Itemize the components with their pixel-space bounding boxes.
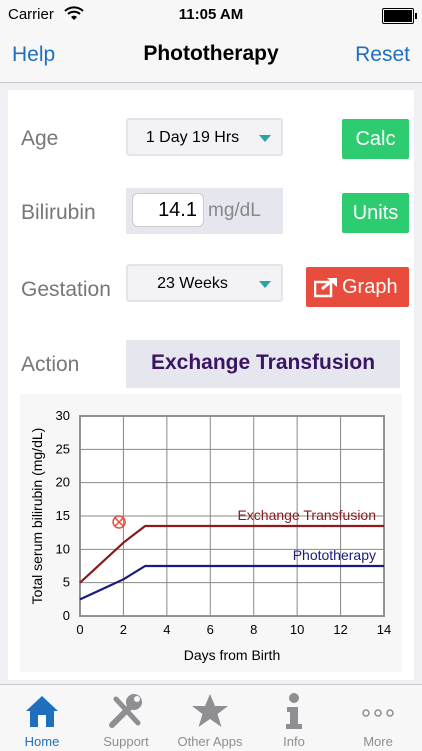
y-tick-label: 30 — [56, 408, 70, 423]
units-button[interactable]: Units — [342, 193, 409, 233]
y-tick-label: 25 — [56, 441, 70, 456]
gestation-select[interactable]: 23 Weeks — [126, 264, 283, 302]
x-tick-label: 12 — [333, 622, 347, 637]
age-label: Age — [21, 127, 59, 150]
status-bar: Carrier 11:05 AM — [0, 0, 422, 30]
more-icon — [362, 709, 394, 717]
star-icon — [192, 694, 228, 727]
x-tick-label: 0 — [76, 622, 83, 637]
reset-button[interactable]: Reset — [355, 43, 410, 67]
navigation-bar: Help Phototherapy Reset — [0, 30, 422, 83]
tab-more[interactable]: More — [336, 685, 420, 751]
x-tick-label: 6 — [207, 622, 214, 637]
info-icon — [286, 693, 302, 729]
gestation-value: 23 Weeks — [157, 275, 228, 292]
age-value: 1 Day 19 Hrs — [145, 129, 240, 146]
tools-icon — [109, 694, 142, 728]
y-tick-label: 15 — [56, 508, 70, 523]
tab-support[interactable]: Support — [84, 685, 168, 751]
tab-more-label: More — [363, 734, 393, 749]
graph-button[interactable]: Graph — [306, 267, 409, 307]
x-tick-label: 14 — [377, 622, 391, 637]
action-label: Action — [21, 353, 80, 376]
bilirubin-label: Bilirubin — [21, 201, 96, 224]
x-axis-label: Days from Birth — [184, 647, 280, 663]
external-link-icon — [314, 277, 337, 298]
tab-support-label: Support — [103, 734, 149, 749]
y-axis-label: Total serum bilirubin (mg/dL) — [29, 428, 45, 605]
series-label-0: Exchange Transfusion — [237, 507, 376, 523]
tab-bar: Home Support Other Apps Info More — [0, 684, 422, 751]
tab-home-label: Home — [24, 734, 60, 749]
x-tick-label: 2 — [120, 622, 127, 637]
bilirubin-unit: mg/dL — [208, 200, 261, 221]
bilirubin-field-group: 14.1 mg/dL — [126, 188, 283, 234]
tab-info[interactable]: Info — [252, 685, 336, 751]
bilirubin-input[interactable]: 14.1 — [132, 193, 204, 227]
gestation-label: Gestation — [21, 278, 111, 301]
y-tick-label: 0 — [63, 608, 70, 623]
bilirubin-chart-svg: 0 2 4 6 8 10 12 14 0 5 10 15 20 25 30 Days from Birth To… — [29, 408, 391, 663]
chevron-down-icon — [259, 281, 271, 288]
main-content: Age 1 Day 19 Hrs Calc Bilirubin 14.1 mg/… — [8, 90, 414, 680]
series-label-1: Phototherapy — [293, 547, 376, 563]
age-select[interactable]: 1 Day 19 Hrs — [126, 118, 283, 156]
x-tick-label: 10 — [290, 622, 304, 637]
bilirubin-chart: 0 2 4 6 8 10 12 14 0 5 10 15 20 25 30 Days from Birth To… — [20, 394, 402, 672]
tab-other-apps[interactable]: Other Apps — [168, 685, 252, 751]
home-icon — [26, 696, 58, 727]
battery-icon — [382, 8, 417, 24]
action-result-text: Exchange Transfusion — [150, 351, 376, 374]
y-tick-label: 5 — [63, 575, 70, 590]
status-time: 11:05 AM — [178, 6, 244, 23]
calc-button[interactable]: Calc — [342, 119, 409, 159]
action-result-box: Exchange Transfusion — [126, 340, 400, 388]
x-tick-label: 4 — [163, 622, 170, 637]
tab-home[interactable]: Home — [0, 685, 84, 751]
tab-other-apps-label: Other Apps — [177, 734, 243, 749]
y-tick-label: 20 — [56, 475, 70, 490]
tab-info-label: Info — [283, 734, 305, 749]
graph-button-label: Graph — [342, 276, 398, 298]
x-tick-label: 8 — [250, 622, 257, 637]
chevron-down-icon — [259, 135, 271, 142]
y-tick-label: 10 — [56, 541, 70, 556]
